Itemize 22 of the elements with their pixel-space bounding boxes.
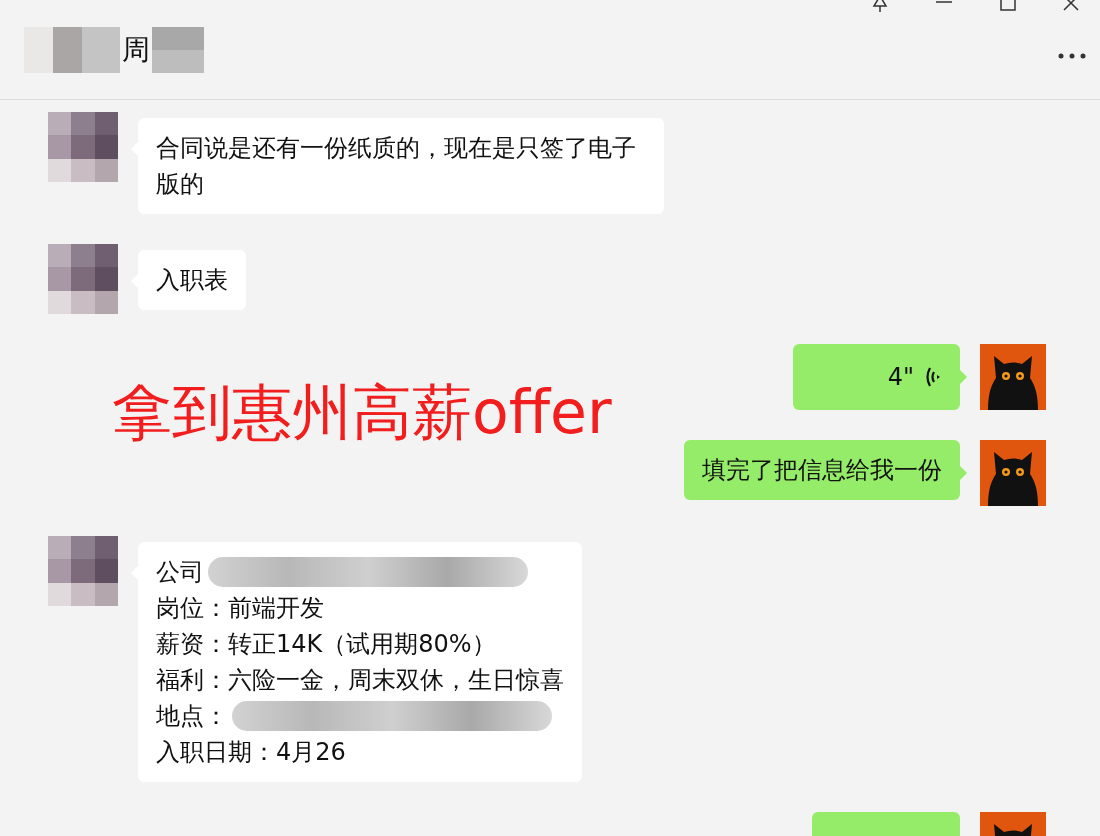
pin-icon[interactable] — [870, 0, 890, 12]
maximize-icon[interactable] — [998, 0, 1018, 12]
message-text: 填完了把信息给我一份 — [702, 455, 942, 486]
message-text: 岗位：前端开发 — [156, 593, 324, 624]
message-text: 薪资：转正14K（试用期80%） — [156, 629, 496, 660]
message-text: 合同说是还有一份纸质的，现在是只签了电子版的 — [156, 133, 637, 200]
cat-avatar — [980, 440, 1046, 506]
message-text: 福利：六险一金，周末双休，生日惊喜 — [156, 665, 564, 696]
chat-title: 周 — [121, 31, 151, 68]
more-icon[interactable] — [1057, 52, 1087, 60]
overlay-caption: 拿到惠州高薪offer — [112, 376, 612, 449]
sound-wave-icon — [926, 366, 940, 388]
message-text: 入职日期：4月26 — [156, 737, 346, 768]
message-text: 地点： — [156, 701, 228, 732]
voice-duration: 4" — [887, 362, 914, 393]
blurred-avatar — [48, 112, 118, 182]
blurred-avatar — [48, 244, 118, 314]
message-text: 公司 — [156, 557, 204, 588]
blurred-region — [152, 26, 204, 73]
cat-avatar — [980, 344, 1046, 410]
message-text: 入职表 — [156, 265, 228, 296]
blurred-avatar — [48, 536, 118, 606]
